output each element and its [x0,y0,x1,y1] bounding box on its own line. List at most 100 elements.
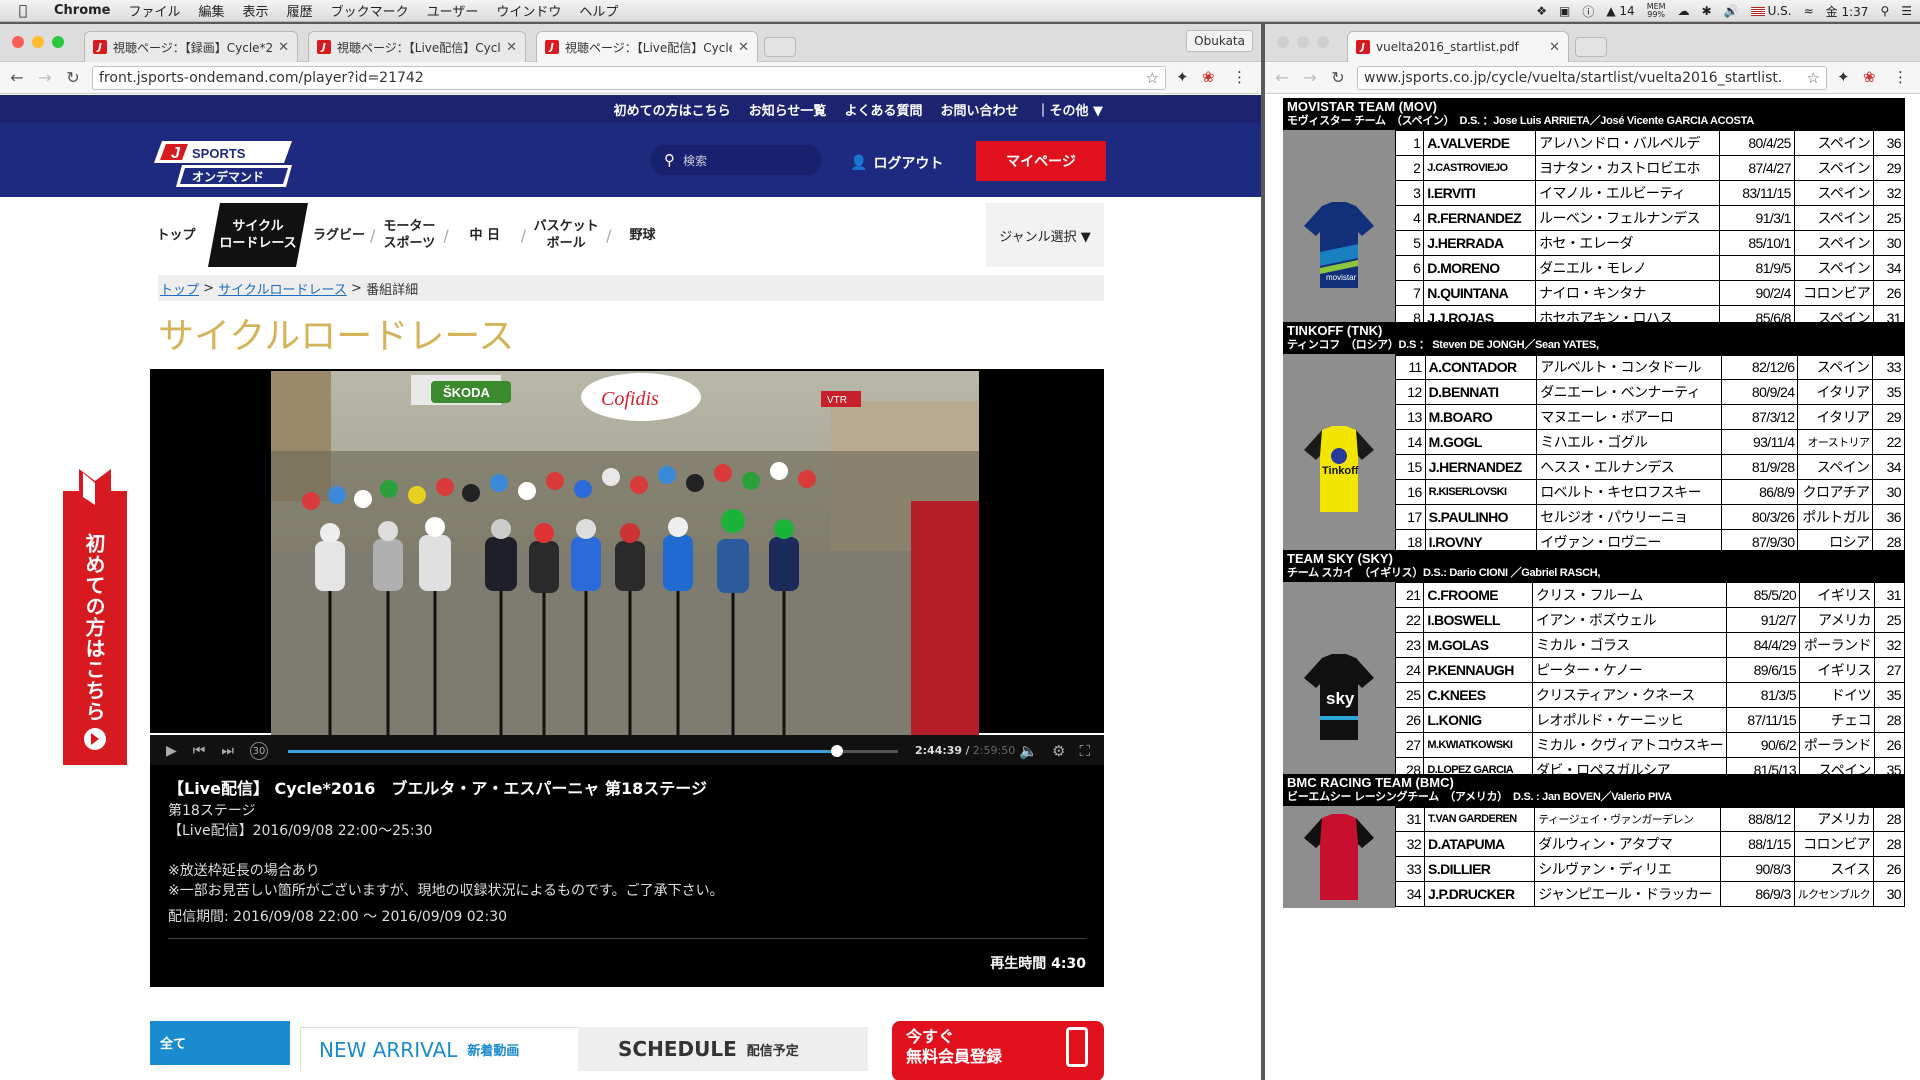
chrome-menu-icon[interactable]: ⋮ [1232,68,1247,86]
play-icon[interactable]: ▶ [166,743,177,759]
address-bar[interactable]: i www.jsports.co.jp/cycle/vuelta/startli… [1357,66,1827,767]
menu-item-user[interactable]: ユーザー [427,1,479,20]
previous-icon[interactable]: ⏮ [193,743,206,759]
minimize-window-button[interactable] [32,36,44,48]
reload-icon[interactable]: ↻ [1327,68,1349,87]
info-icon[interactable]: ⓘ [1582,3,1594,20]
nav-first-time[interactable]: 初めての方はこちら [614,100,731,119]
menu-item-edit[interactable]: 編集 [199,1,225,20]
menu-item-help[interactable]: ヘルプ [579,1,618,20]
settings-gear-icon[interactable]: ⚙ [1052,742,1065,760]
new-tab-button[interactable] [764,37,796,57]
volume-icon[interactable]: 🔊 [1724,4,1739,18]
genre-chunichi[interactable]: 中 日 [449,203,521,267]
menu-item-history[interactable]: 履歴 [287,1,313,20]
fullscreen-icon[interactable]: ⛶ [1079,742,1090,760]
menu-app-name[interactable]: Chrome [54,3,111,18]
rider-age: 35 [1873,682,1906,708]
nav-contact[interactable]: お問い合わせ [940,100,1018,119]
menu-item-window[interactable]: ウインドウ [496,1,561,20]
extension-color-icon[interactable]: ❀ [1863,68,1876,86]
wifi-icon[interactable]: ≈ [1804,4,1814,18]
genre-motorsports[interactable]: モーター スポーツ [375,203,443,267]
rider-row: 16 R.KISERLOVSKI ロベルト・キセロフスキー 86/8/9 クロアチア 30 [1395,479,1905,505]
breadcrumb-home[interactable]: トップ [160,279,199,298]
browser-tab-3[interactable]: J 視聴ページ：【Live配信】Cycle ✕ [536,31,758,62]
minimize-window-button[interactable] [1297,36,1309,48]
volume-icon[interactable]: 🔈 [1019,742,1038,760]
first-time-banner[interactable]: 初めての方はこちら [63,469,127,765]
clock[interactable]: 金 1:37 [1826,3,1869,20]
reload-icon[interactable]: ↻ [62,68,84,87]
notification-icon[interactable]: ☰ [1901,4,1912,18]
rider-name: I.BOSWELL [1423,607,1533,633]
menu-item-view[interactable]: 表示 [243,1,269,20]
bookmark-star-icon[interactable]: ☆ [1807,69,1820,87]
team-header: MOVISTAR TEAM (MOV) モヴィスター チーム （スペイン） D.S… [1283,98,1905,130]
new-tab-button[interactable] [1575,37,1607,57]
logout-link[interactable]: 👤 ログアウト [850,153,943,173]
close-window-button[interactable] [1277,36,1289,48]
rider-age: 30 [1873,881,1905,907]
nav-news[interactable]: お知らせ一覧 [749,100,827,119]
next-icon[interactable]: ⏭ [221,743,234,759]
video-player[interactable]: ŠKODA Cofidis VTR ▶ ⏮ ⏭ 30 2:44:39 / 2:5… [150,369,1104,767]
close-window-button[interactable] [12,36,24,48]
pdf-viewer[interactable]: MOVISTAR TEAM (MOV) モヴィスター チーム （スペイン） D.S… [1265,95,1920,1080]
tab-new-arrival[interactable]: NEW ARRIVAL 新着動画 [300,1027,580,1071]
cloud-icon[interactable]: ☁ [1678,4,1690,18]
register-button[interactable]: 今すぐ 無料会員登録 [892,1021,1104,1080]
extension-icon[interactable]: ✦ [1176,68,1189,86]
dropbox-icon[interactable]: ❖ [1536,4,1547,18]
battery-status[interactable]: ▲ 14 [1606,4,1634,18]
browser-tab-1[interactable]: J 視聴ページ：【録画】Cycle*2016 ✕ [84,31,298,62]
nav-other[interactable]: ｜その他 ▼ [1036,100,1103,119]
back-icon[interactable]: ← [6,68,28,87]
address-bar[interactable]: i front.jsports-ondemand.com/player?id=2… [92,66,1166,767]
chrome-menu-icon[interactable]: ⋮ [1893,68,1908,86]
genre-top[interactable]: トップ [150,203,202,267]
extension-color-icon[interactable]: ❀ [1202,68,1215,86]
menu-item-bookmarks[interactable]: ブックマーク [331,1,409,20]
close-tab-icon[interactable]: ✕ [506,40,517,55]
tab-schedule[interactable]: SCHEDULE 配信予定 [578,1027,868,1071]
close-tab-icon[interactable]: ✕ [738,40,749,55]
rewind-30-button[interactable]: 30 [250,742,268,760]
rider-name: J.CASTROVIEJO [1423,155,1537,181]
menu-item-file[interactable]: ファイル [129,1,181,20]
genre-cycle-road-race[interactable]: サイクル ロードレース [208,203,308,267]
bluetooth-icon[interactable]: ✱ [1702,4,1712,18]
apple-icon[interactable]:  [14,3,32,19]
bookmark-star-icon[interactable]: ☆ [1146,69,1159,87]
seek-bar[interactable] [288,745,898,757]
zoom-window-button[interactable] [1317,36,1329,48]
rider-name: J.P.DRUCKER [1424,881,1536,907]
forward-icon[interactable]: → [1299,68,1321,87]
close-tab-icon[interactable]: ✕ [1549,40,1560,55]
breadcrumb-category[interactable]: サイクルロードレース [218,279,347,298]
spotlight-icon[interactable]: ⚲ [1880,4,1889,18]
extension-icon[interactable]: ✦ [1837,68,1850,86]
jsports-logo[interactable]: J SPORTS オンデマンド [152,137,296,191]
tab-all[interactable]: 全て [150,1021,290,1065]
genre-baseball[interactable]: 野球 [612,203,674,267]
rider-country: ポルトガル [1797,504,1874,530]
zoom-window-button[interactable] [52,36,64,48]
nav-faq[interactable]: よくある質問 [844,100,922,119]
forward-icon[interactable]: → [34,68,56,87]
mypage-button[interactable]: マイページ [976,141,1106,181]
screen-icon[interactable]: ▣ [1559,4,1570,18]
seek-handle[interactable] [831,745,843,757]
browser-tab-2[interactable]: J 視聴ページ：【Live配信】Cycle ✕ [308,31,526,62]
back-icon[interactable]: ← [1271,68,1293,87]
input-source[interactable]: U.S. [1750,4,1792,18]
genre-basketball[interactable]: バスケット ボール [526,203,606,267]
search-input[interactable]: ⚲ 検索 [650,145,822,175]
close-tab-icon[interactable]: ✕ [278,40,289,55]
browser-tab-pdf[interactable]: Jvuelta2016_startlist.pdf ✕ [1347,31,1569,62]
profile-button[interactable]: Obukata [1186,30,1253,52]
memory-status[interactable]: MEM 99% [1647,3,1666,19]
genre-select-dropdown[interactable]: ジャンル選択 ▼ [986,203,1104,267]
video-frame[interactable]: ŠKODA Cofidis VTR [271,371,979,735]
genre-rugby[interactable]: ラグビー [308,203,370,267]
